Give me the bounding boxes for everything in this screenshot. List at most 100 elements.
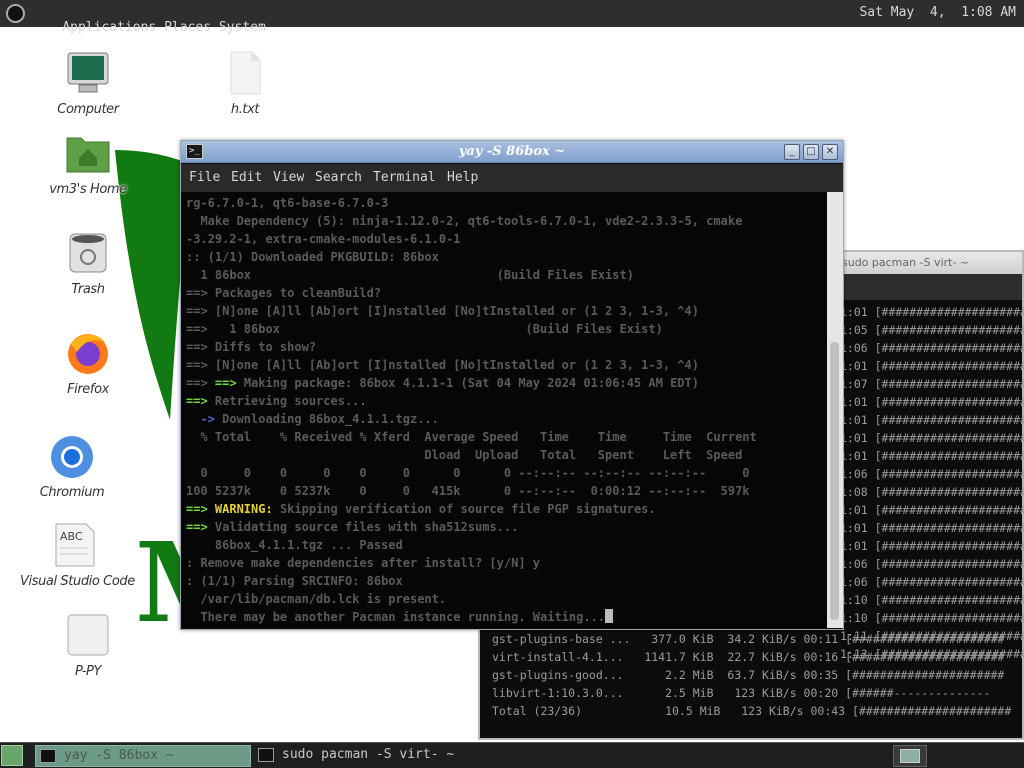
terminal-line: 1:10 [###################### <box>840 611 1024 625</box>
terminal-text: ==> [N]one [A]ll [Ab]ort [I]nstalled [No… <box>186 304 699 318</box>
terminal-menubar: File Edit View Search Terminal Help <box>181 164 843 192</box>
terminal-text: % Total % Received % Xferd Average Speed… <box>186 430 757 444</box>
menu-view[interactable]: View <box>273 170 304 185</box>
minimize-button[interactable]: _ <box>784 144 800 160</box>
terminal-text: : Remove make dependencies after install… <box>186 556 541 570</box>
desktop-icon-text-file[interactable]: h.txt <box>190 50 300 117</box>
desktop-icon-firefox[interactable]: Firefox <box>33 330 143 397</box>
terminal-line: ==> Diffs to show? <box>186 338 316 356</box>
terminal-line: 1:06 [###################### <box>840 575 1024 589</box>
window-title: yay -S 86box ~ <box>458 144 566 159</box>
desktop-icon-label: P-PY <box>75 664 101 679</box>
terminal-text: Dload Upload Total Spent Left Speed <box>186 448 743 462</box>
text-file-icon <box>222 50 268 96</box>
terminal-line: 1:05 [###################### <box>840 323 1024 337</box>
show-desktop-button[interactable] <box>1 745 23 766</box>
terminal-text: /var/lib/pacman/db.lck is present. <box>186 592 447 606</box>
panel-clock[interactable]: Sat May 4, 1:08 AM <box>859 5 1016 20</box>
computer-icon <box>65 50 111 96</box>
desktop-icon-label: Visual Studio Code <box>20 574 135 589</box>
desktop-icon-computer[interactable]: Computer <box>33 50 143 117</box>
chromium-icon <box>49 433 95 479</box>
terminal-line: 1 86box (Build Files Exist) <box>186 266 634 284</box>
terminal-text: Retrieving sources... <box>207 394 367 408</box>
terminal-line: :: (1/1) Downloaded PKGBUILD: 86box <box>186 248 439 266</box>
menu-file[interactable]: File <box>189 170 220 185</box>
terminal-line: 1:06 [###################### <box>840 467 1024 481</box>
terminal-line: ==> [N]one [A]ll [Ab]ort [I]nstalled [No… <box>186 356 699 374</box>
terminal-text: ==> 1 86box (Build Files Exist) <box>186 322 663 336</box>
window-title: sudo pacman -S virt- ~ <box>842 256 970 269</box>
terminal-line: : (1/1) Parsing SRCINFO: 86box <box>186 572 403 590</box>
terminal-text: ==> <box>186 394 208 408</box>
p-py-icon <box>65 612 111 658</box>
terminal-line: 1:01 [###################### <box>840 413 1024 427</box>
maximize-button[interactable]: □ <box>803 144 819 160</box>
terminal-text: 86box_4.1.1.tgz ... Passed <box>186 538 403 552</box>
terminal-window-yay[interactable]: >_ yay -S 86box ~ _ □ ✕ File Edit View S… <box>180 140 844 630</box>
menu-search[interactable]: Search <box>315 170 362 185</box>
terminal-line: 1:01 [###################### <box>840 431 1024 445</box>
terminal-line: Dload Upload Total Spent Left Speed <box>186 446 742 464</box>
terminal-text: ==> [N]one [A]ll [Ab]ort [I]nstalled [No… <box>186 358 699 372</box>
terminal-scrollbar[interactable] <box>827 192 843 628</box>
desktop-icon-chromium[interactable]: Chromium <box>17 433 127 500</box>
desktop-icon-label: Firefox <box>67 382 109 397</box>
terminal-line: 1:01 [###################### <box>840 359 1024 373</box>
terminal-icon <box>258 748 274 762</box>
terminal-text: ==> Diffs to show? <box>186 340 317 354</box>
terminal-output[interactable]: rg-6.7.0-1, qt6-base-6.7.0-3 Make Depend… <box>182 192 827 628</box>
terminal-line: 1:10 [###################### <box>840 593 1024 607</box>
top-panel: Applications Places System Sat May 4, 1:… <box>0 0 1024 35</box>
vscode-icon: ABC <box>52 522 98 568</box>
terminal-text: Make Dependency (5): ninja-1.12.0-2, qt6… <box>186 214 743 228</box>
taskbar-item-label: sudo pacman -S virt- ~ <box>282 747 455 762</box>
close-button[interactable]: ✕ <box>822 144 838 160</box>
terminal-line: gst-plugins-good... 2.2 MiB 63.7 KiB/s 0… <box>492 668 1005 682</box>
terminal-line: libvirt-1:10.3.0... 2.5 MiB 123 KiB/s 00… <box>492 686 991 700</box>
taskbar-item-yay[interactable]: yay -S 86box ~ <box>35 745 251 767</box>
desktop-icon-label: Computer <box>57 102 119 117</box>
terminal-line: 1:01 [###################### <box>840 503 1024 517</box>
menu-help[interactable]: Help <box>447 170 478 185</box>
terminal-line: 1:08 [###################### <box>840 485 1024 499</box>
terminal-titlebar[interactable]: >_ yay -S 86box ~ _ □ ✕ <box>181 141 843 163</box>
terminal-line: % Total % Received % Xferd Average Speed… <box>186 428 757 446</box>
scrollbar-thumb[interactable] <box>830 342 839 620</box>
terminal-line: /var/lib/pacman/db.lck is present. <box>186 590 446 608</box>
workspace-1[interactable] <box>900 749 920 763</box>
terminal-text: :: (1/1) Downloaded PKGBUILD: 86box <box>186 250 439 264</box>
desktop-icon-trash[interactable]: Trash <box>33 230 143 297</box>
home-folder-icon <box>65 130 111 176</box>
terminal-line: Make Dependency (5): ninja-1.12.0-2, qt6… <box>186 212 742 230</box>
menu-places[interactable]: Places <box>164 20 211 35</box>
terminal-line: 100 5237k 0 5237k 0 0 415k 0 --:--:-- 0:… <box>186 482 750 500</box>
terminal-line: rg-6.7.0-1, qt6-base-6.7.0-3 <box>186 194 388 212</box>
terminal-text: 100 5237k 0 5237k 0 0 415k 0 --:--:-- 0:… <box>186 484 750 498</box>
taskbar-item-pacman[interactable]: sudo pacman -S virt- ~ <box>254 745 484 767</box>
terminal-line: 1:06 [###################### <box>840 557 1024 571</box>
menu-edit[interactable]: Edit <box>231 170 262 185</box>
menu-terminal[interactable]: Terminal <box>373 170 436 185</box>
terminal-cursor <box>605 609 614 623</box>
terminal-line: 1:01 [###################### <box>840 539 1024 553</box>
terminal-line: ==> ==> Making package: 86box 4.1.1-1 (S… <box>186 374 699 392</box>
terminal-line: 1:01 [###################### <box>840 305 1024 319</box>
desktop-icon-p-py[interactable]: P-PY <box>33 612 143 679</box>
terminal-text: ==> <box>186 520 208 534</box>
menu-system[interactable]: System <box>219 20 266 35</box>
terminal-text: There may be another Pacman instance run… <box>186 610 606 624</box>
desktop-icon-vscode[interactable]: ABC Visual Studio Code <box>20 522 135 589</box>
terminal-line: gst-plugins-base ... 377.0 KiB 34.2 KiB/… <box>492 632 1005 646</box>
terminal-line: ==> 1 86box (Build Files Exist) <box>186 320 663 338</box>
terminal-line: There may be another Pacman instance run… <box>186 608 614 626</box>
panel-menus: Applications Places System <box>31 5 266 50</box>
distro-logo-icon[interactable] <box>6 4 25 23</box>
terminal-line: -3.29.2-1, extra-cmake-modules-6.1.0-1 <box>186 230 461 248</box>
desktop-icon-home[interactable]: vm3's Home <box>33 130 143 197</box>
terminal-text: WARNING: <box>207 502 273 516</box>
terminal-line: 0 0 0 0 0 0 0 0 --:--:-- --:--:-- --:--:… <box>186 464 749 482</box>
menu-applications[interactable]: Applications <box>62 20 156 35</box>
workspace-switcher[interactable] <box>893 745 927 767</box>
terminal-line: 1:01 [###################### <box>840 449 1024 463</box>
